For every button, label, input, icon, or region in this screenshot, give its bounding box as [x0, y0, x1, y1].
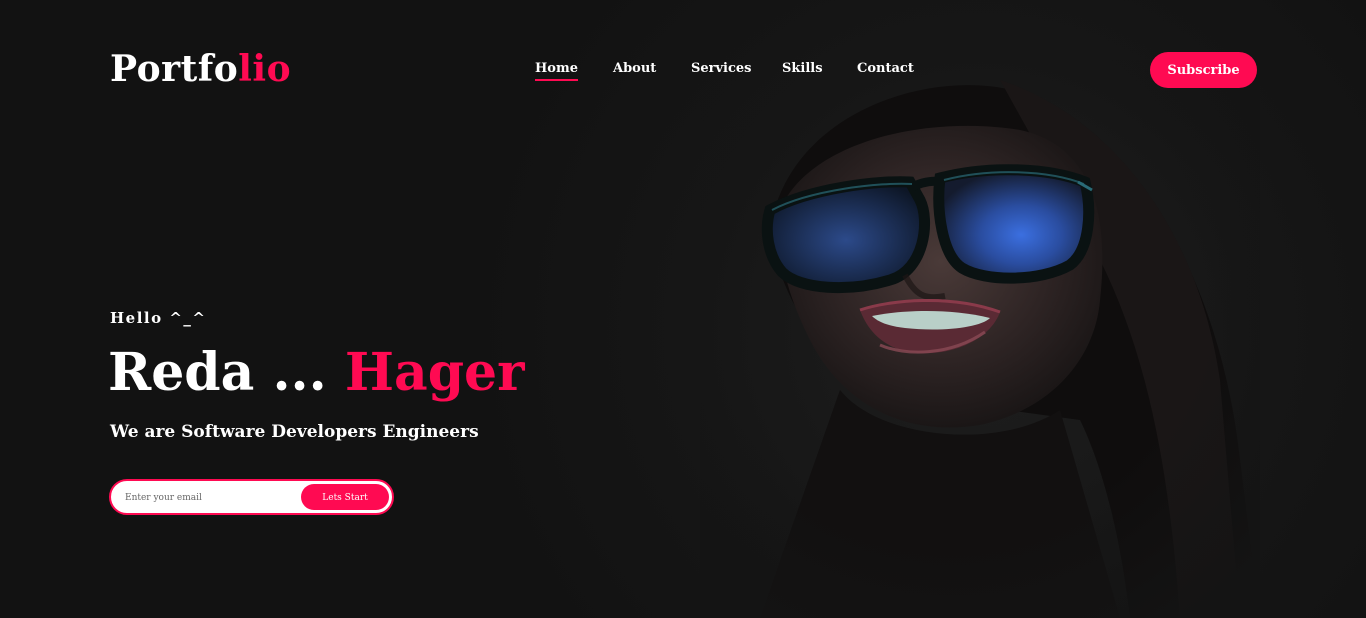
- nav-item-home[interactable]: Home: [535, 60, 578, 81]
- subscribe-button[interactable]: Subscribe: [1150, 52, 1257, 88]
- logo-text-part1: Portfo: [110, 48, 239, 90]
- nav-item-services[interactable]: Services: [691, 60, 752, 78]
- email-input[interactable]: [123, 487, 307, 509]
- hero-name-last: Hager: [344, 342, 525, 403]
- nav-item-contact[interactable]: Contact: [857, 60, 914, 78]
- hero-name-first: Reda ...: [108, 342, 327, 403]
- site-logo[interactable]: Portfolio: [110, 48, 291, 90]
- logo-text-part2: lio: [238, 48, 292, 90]
- nav-item-about[interactable]: About: [613, 60, 656, 78]
- hero-name: Reda ... Hager: [108, 340, 525, 406]
- hero-portrait-image: [700, 60, 1260, 618]
- hero-tagline: We are Software Developers Engineers: [110, 422, 479, 442]
- hero-greeting: Hello ^_^: [110, 309, 207, 327]
- hero-section: Portfolio Home About Services Skills Con…: [0, 0, 1366, 618]
- nav-item-skills[interactable]: Skills: [782, 60, 823, 78]
- email-signup-form: Lets Start: [109, 479, 394, 515]
- lets-start-button[interactable]: Lets Start: [301, 484, 389, 510]
